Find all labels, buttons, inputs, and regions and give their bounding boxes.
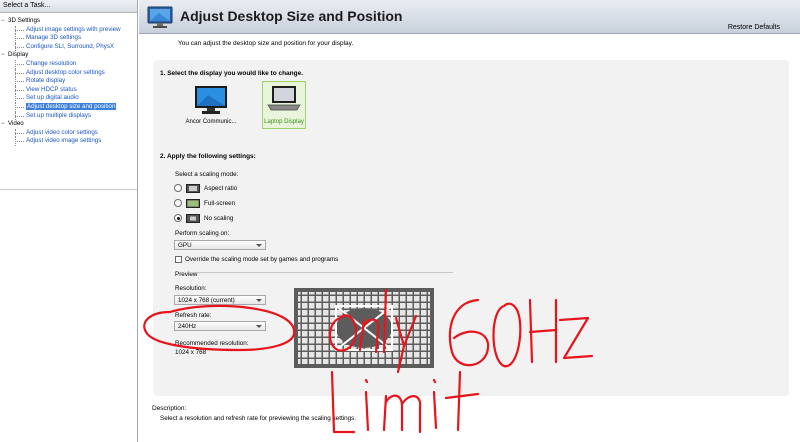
restore-defaults-link[interactable]: Restore Defaults	[728, 24, 780, 31]
page-title: Adjust Desktop Size and Position	[180, 8, 403, 24]
page-header: Adjust Desktop Size and Position Restore…	[139, 0, 800, 34]
chevron-down-icon	[256, 299, 262, 302]
tree-item[interactable]: Change resolution	[0, 59, 137, 69]
scaling-mode-full-screen[interactable]: Full-screen	[174, 198, 235, 208]
perform-scaling-label: Perform scaling on:	[175, 230, 230, 237]
scaling-preview	[294, 288, 434, 368]
mode-label: Aspect ratio	[204, 184, 238, 192]
mode-label: Full-screen	[204, 199, 236, 207]
tree-category[interactable]: − Display	[0, 51, 137, 60]
resolution-dropdown[interactable]: 1024 x 768 (current)	[174, 295, 266, 305]
refresh-rate-dropdown[interactable]: 240Hz	[174, 321, 266, 331]
tree-item[interactable]: Set up multiple displays	[0, 111, 137, 121]
collapse-icon[interactable]: −	[1, 121, 7, 127]
tree-item-label: Change resolution	[26, 59, 77, 67]
recommended-resolution-value: 1024 x 768	[175, 349, 207, 356]
refresh-rate-label: Refresh rate:	[175, 312, 212, 319]
tree-item[interactable]: Manage 3D settings	[0, 34, 137, 43]
chevron-down-icon	[256, 325, 262, 328]
monitor-icon	[195, 86, 227, 114]
description-text: Select a resolution and refresh rate for…	[160, 415, 357, 422]
main-pane: Adjust Desktop Size and Position Restore…	[139, 0, 800, 442]
scaling-mode-aspect-ratio[interactable]: Aspect ratio	[174, 183, 237, 193]
radio-button[interactable]	[174, 199, 182, 207]
tree-item-label: View HDCP status	[26, 85, 77, 93]
preview-divider	[189, 272, 453, 273]
description-label: Description:	[152, 405, 187, 412]
tree-item[interactable]: Adjust image settings with preview	[0, 25, 137, 35]
mode-label: No scaling	[204, 214, 234, 222]
task-pane-divider	[0, 189, 137, 190]
aspect-ratio-icon	[186, 183, 200, 193]
radio-button[interactable]	[174, 184, 182, 192]
collapse-icon[interactable]: −	[1, 52, 7, 58]
tree-item-selected[interactable]: Adjust desktop size and position	[0, 102, 137, 112]
tree-item-label: Set up digital audio	[26, 94, 79, 102]
tree-item-label: Set up multiple displays	[26, 111, 92, 119]
tree-item-label: Rotate display	[26, 77, 66, 85]
section2-title: 2. Apply the following settings:	[160, 153, 256, 160]
refresh-rate-value: 240Hz	[178, 323, 197, 330]
intro-text: You can adjust the desktop size and posi…	[178, 40, 354, 47]
scaling-mode-no-scaling[interactable]: No scaling	[174, 213, 233, 223]
task-pane-header: Select a Task...	[0, 0, 137, 13]
perform-scaling-dropdown[interactable]: GPU	[174, 240, 266, 250]
display-label: Ancor Communic...	[185, 119, 237, 125]
perform-scaling-value: GPU	[178, 242, 192, 249]
tree-item[interactable]: Set up digital audio	[0, 94, 137, 103]
tree-item[interactable]: Rotate display	[0, 77, 137, 86]
tree-item[interactable]: Adjust video color settings	[0, 128, 137, 138]
tree-item-label: Adjust image settings with preview	[26, 25, 121, 33]
recommended-resolution-label: Recommended resolution:	[175, 340, 249, 347]
tree-item-label: Video	[8, 120, 24, 128]
display-laptop[interactable]: Laptop Display	[262, 81, 306, 129]
section1-title: 1. Select the display you would like to …	[160, 70, 304, 77]
tree-item-label: 3D Settings	[8, 17, 40, 24]
display-label: Laptop Display	[264, 119, 304, 125]
preview-grid-image	[294, 288, 434, 368]
tree-item-label: Display	[8, 51, 29, 59]
tree-item-label: Adjust video color settings	[26, 128, 98, 136]
task-tree: −3D Settings Adjust image settings with p…	[0, 13, 137, 146]
scaling-mode-label: Select a scaling mode:	[175, 171, 239, 178]
resolution-label: Resolution:	[175, 285, 207, 292]
tree-item[interactable]: Adjust video image settings	[0, 137, 137, 146]
task-pane: Select a Task... −3D Settings Adjust imag…	[0, 0, 138, 442]
laptop-icon	[267, 86, 301, 111]
tree-item-label: Adjust desktop color settings	[26, 68, 105, 76]
display-ancor[interactable]: Ancor Communic...	[183, 83, 239, 131]
tree-item-label: Adjust desktop size and position	[26, 102, 117, 110]
tree-item-label: Manage 3D settings	[26, 34, 82, 42]
tree-item-label: Adjust video image settings	[26, 137, 102, 145]
tree-item[interactable]: View HDCP status	[0, 85, 137, 95]
tree-item[interactable]: Adjust desktop color settings	[0, 68, 137, 78]
full-screen-icon	[186, 198, 200, 208]
display-settings-icon	[147, 6, 173, 28]
tree-category[interactable]: −3D Settings	[0, 17, 137, 26]
override-scaling-checkbox[interactable]: Override the scaling mode set by games a…	[175, 256, 338, 263]
tree-item-label: Configure SLI, Surround, PhysX	[26, 42, 115, 50]
resolution-value: 1024 x 768 (current)	[178, 297, 235, 304]
radio-button-selected[interactable]	[174, 214, 182, 222]
no-scaling-icon	[186, 213, 200, 223]
override-label: Override the scaling mode set by games a…	[185, 256, 339, 263]
tree-category[interactable]: − Video	[0, 120, 137, 129]
collapse-icon[interactable]: −	[1, 18, 7, 24]
chevron-down-icon	[256, 244, 262, 247]
checkbox[interactable]	[175, 256, 182, 263]
tree-item[interactable]: Configure SLI, Surround, PhysX	[0, 42, 137, 52]
